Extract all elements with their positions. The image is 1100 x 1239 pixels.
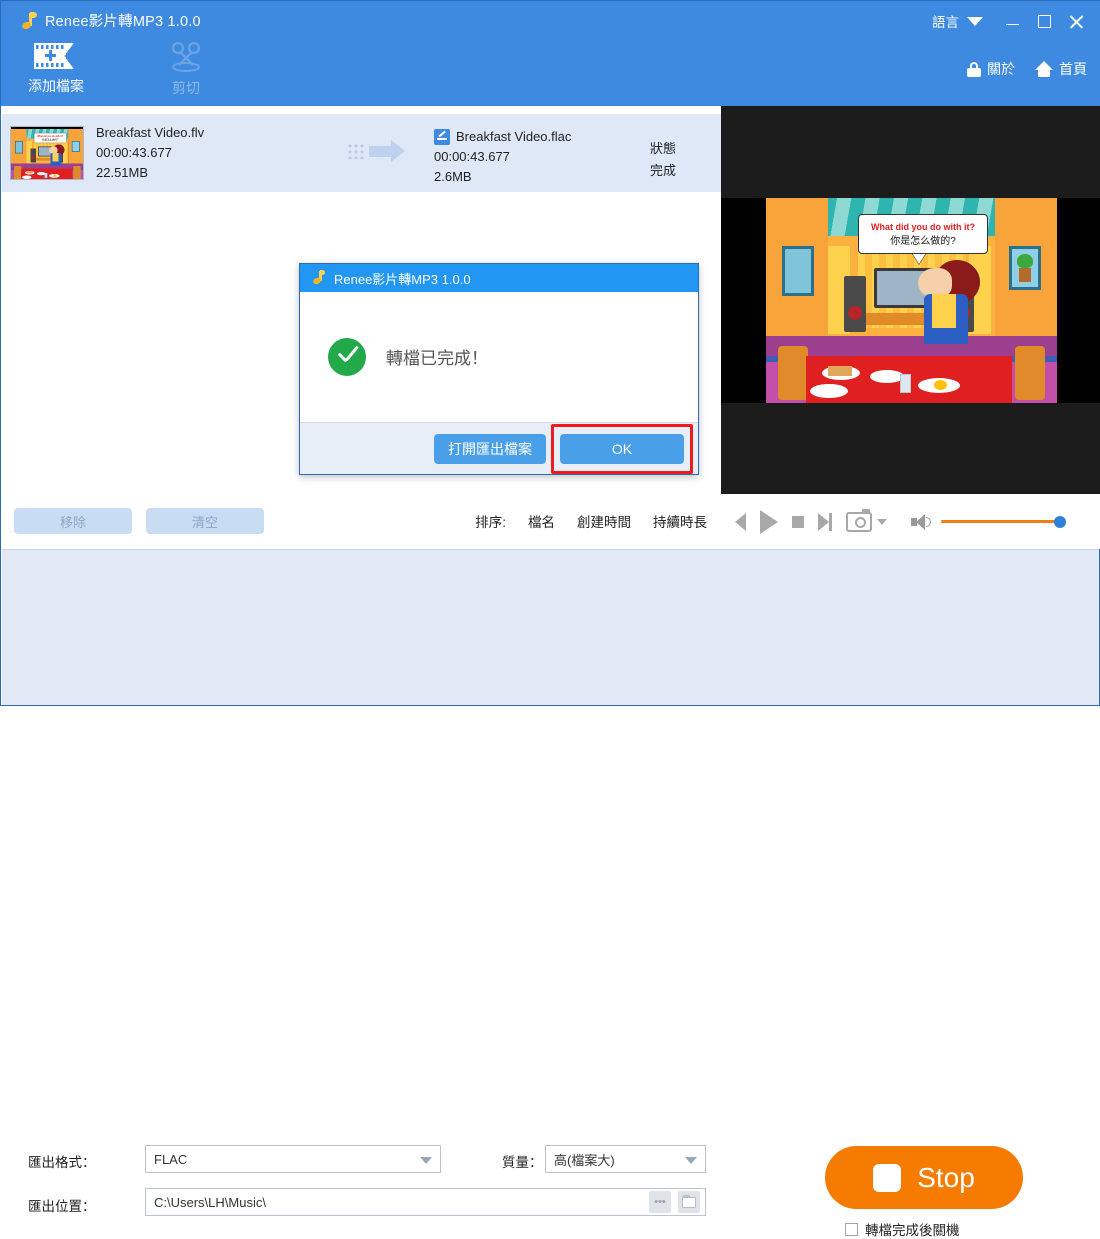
main-toolbar: 添加檔案 剪切: [15, 41, 227, 98]
window-controls: 語言: [932, 7, 1091, 35]
video-frame-scene: What did you do with it? 你是怎么做的?: [766, 198, 1057, 403]
app-identity: Renee影片轉MP3 1.0.0: [17, 10, 201, 31]
list-action-bar: 移除 清空 排序: 檔名 創建時間 持續時長: [2, 493, 721, 549]
dialog-footer: 打開匯出檔案 OK: [300, 422, 698, 474]
language-label[interactable]: 語言: [932, 11, 959, 31]
stop-square-icon: [873, 1163, 902, 1192]
player-controls: [721, 494, 1100, 549]
settings-panel: 匯出格式： FLAC 質量： 高(檔案大) 匯出位置： C:\Users\LH\…: [2, 549, 1099, 1238]
stop-button[interactable]: Stop: [825, 1146, 1023, 1209]
bubble-text-en: What did you do with it?: [871, 221, 975, 232]
chevron-down-icon: [420, 1157, 432, 1164]
lock-icon: [967, 61, 981, 77]
export-location-value: C:\Users\LH\Music\: [154, 1194, 266, 1210]
browse-button[interactable]: •••: [649, 1191, 671, 1213]
maximize-button[interactable]: [1029, 7, 1059, 35]
chevron-down-icon: [685, 1157, 697, 1164]
stop-button-label: Stop: [917, 1161, 975, 1193]
open-folder-button[interactable]: [678, 1191, 700, 1213]
dialog-title-bar: Renee影片轉MP3 1.0.0: [300, 264, 698, 292]
stop-playback-button[interactable]: [792, 515, 804, 528]
chevron-down-icon[interactable]: [876, 518, 887, 525]
target-file-info: Breakfast Video.flac 00:00:43.677 2.6MB: [434, 127, 571, 187]
success-check-icon: [328, 338, 366, 376]
dialog-title: Renee影片轉MP3 1.0.0: [334, 271, 471, 287]
title-bar: Renee影片轉MP3 1.0.0 語言 關於 首頁 添加檔案 剪切: [1, 1, 1100, 106]
export-format-select[interactable]: FLAC: [145, 1145, 441, 1173]
add-file-label: 添加檔案: [28, 78, 84, 94]
video-thumbnail: What did you do with it? 你是怎么做的?: [10, 126, 84, 180]
volume-slider[interactable]: [940, 515, 1066, 528]
header-links: 關於 首頁: [967, 59, 1087, 79]
about-label: 關於: [987, 61, 1015, 77]
source-file-name: Breakfast Video.flv: [96, 125, 205, 140]
speech-bubble: What did you do with it? 你是怎么做的?: [858, 214, 988, 254]
export-location-label: 匯出位置：: [28, 1199, 96, 1214]
close-button[interactable]: [1061, 7, 1091, 35]
quality-label: 質量：: [502, 1155, 543, 1170]
clear-button[interactable]: 清空: [146, 508, 264, 534]
video-preview-pane[interactable]: What did you do with it? 你是怎么做的?: [721, 106, 1100, 494]
bubble-text-zh: 你是怎么做的?: [890, 235, 956, 247]
volume-slider-handle[interactable]: [1053, 515, 1066, 528]
shutdown-label: 轉檔完成後關機: [865, 1223, 960, 1238]
sort-controls: 排序: 檔名 創建時間 持續時長: [475, 511, 707, 531]
cut-button[interactable]: 剪切: [145, 41, 227, 98]
open-output-file-button[interactable]: 打開匯出檔案: [434, 433, 546, 464]
chevron-down-icon[interactable]: [967, 16, 983, 26]
table-row[interactable]: What did you do with it? 你是怎么做的? Breakfas…: [2, 114, 721, 192]
sort-by-duration[interactable]: 持續時長: [653, 511, 707, 531]
status-badge: 完成: [650, 163, 677, 178]
cut-label: 剪切: [172, 80, 200, 96]
video-surface: What did you do with it? 你是怎么做的?: [721, 198, 1100, 403]
export-format-value: FLAC: [154, 1151, 188, 1167]
previous-button[interactable]: [735, 512, 746, 531]
add-file-icon: [34, 41, 78, 71]
camera-icon: [845, 508, 872, 532]
remove-button[interactable]: 移除: [14, 508, 132, 534]
status-header: 狀態: [650, 141, 677, 156]
next-button[interactable]: [818, 512, 832, 531]
thumbnail-scene: What did you do with it? 你是怎么做的?: [11, 129, 83, 179]
volume-icon[interactable]: [910, 513, 931, 530]
music-note-icon: [310, 270, 326, 286]
quality-select[interactable]: 高(檔案大): [545, 1145, 706, 1173]
conversion-complete-dialog: Renee影片轉MP3 1.0.0 轉檔已完成！ 打開匯出檔案 OK: [299, 263, 699, 475]
add-file-button[interactable]: 添加檔案: [15, 41, 97, 98]
ok-button[interactable]: OK: [560, 433, 684, 464]
home-link[interactable]: 首頁: [1035, 59, 1087, 79]
conversion-arrow-icon: [347, 140, 405, 162]
source-size: 22.51MB: [96, 165, 149, 180]
dialog-message: 轉檔已完成！: [386, 349, 488, 368]
app-title: Renee影片轉MP3 1.0.0: [45, 14, 201, 30]
minimize-button[interactable]: [997, 7, 1027, 35]
about-link[interactable]: 關於: [967, 59, 1015, 79]
target-file-name: Breakfast Video.flac: [456, 129, 572, 144]
shutdown-after-conversion-row[interactable]: 轉檔完成後關機: [845, 1219, 960, 1239]
shutdown-checkbox[interactable]: [845, 1222, 858, 1236]
sort-by-created-time[interactable]: 創建時間: [577, 511, 631, 531]
snapshot-button[interactable]: [845, 508, 887, 532]
status-column: 狀態 完成: [650, 138, 676, 182]
folder-icon: [682, 1194, 696, 1208]
sort-label: 排序:: [475, 515, 506, 530]
scissors-icon: [166, 41, 206, 73]
edit-icon[interactable]: [434, 129, 450, 145]
export-location-input[interactable]: C:\Users\LH\Music\: [145, 1188, 706, 1216]
home-icon: [1035, 61, 1053, 77]
source-file-info: Breakfast Video.flv 00:00:43.677 22.51MB: [96, 123, 204, 183]
quality-value: 高(檔案大): [554, 1152, 615, 1168]
source-duration: 00:00:43.677: [96, 145, 172, 160]
play-button[interactable]: [760, 509, 778, 534]
dialog-body: 轉檔已完成！: [300, 292, 698, 442]
sort-by-name[interactable]: 檔名: [528, 511, 555, 531]
home-label: 首頁: [1059, 61, 1087, 77]
application-window: Renee影片轉MP3 1.0.0 語言 關於 首頁 添加檔案 剪切 What …: [0, 0, 1100, 1238]
music-note-icon: [17, 11, 37, 31]
target-duration: 00:00:43.677: [434, 149, 510, 164]
export-format-label: 匯出格式：: [28, 1155, 96, 1170]
target-size: 2.6MB: [434, 169, 472, 184]
